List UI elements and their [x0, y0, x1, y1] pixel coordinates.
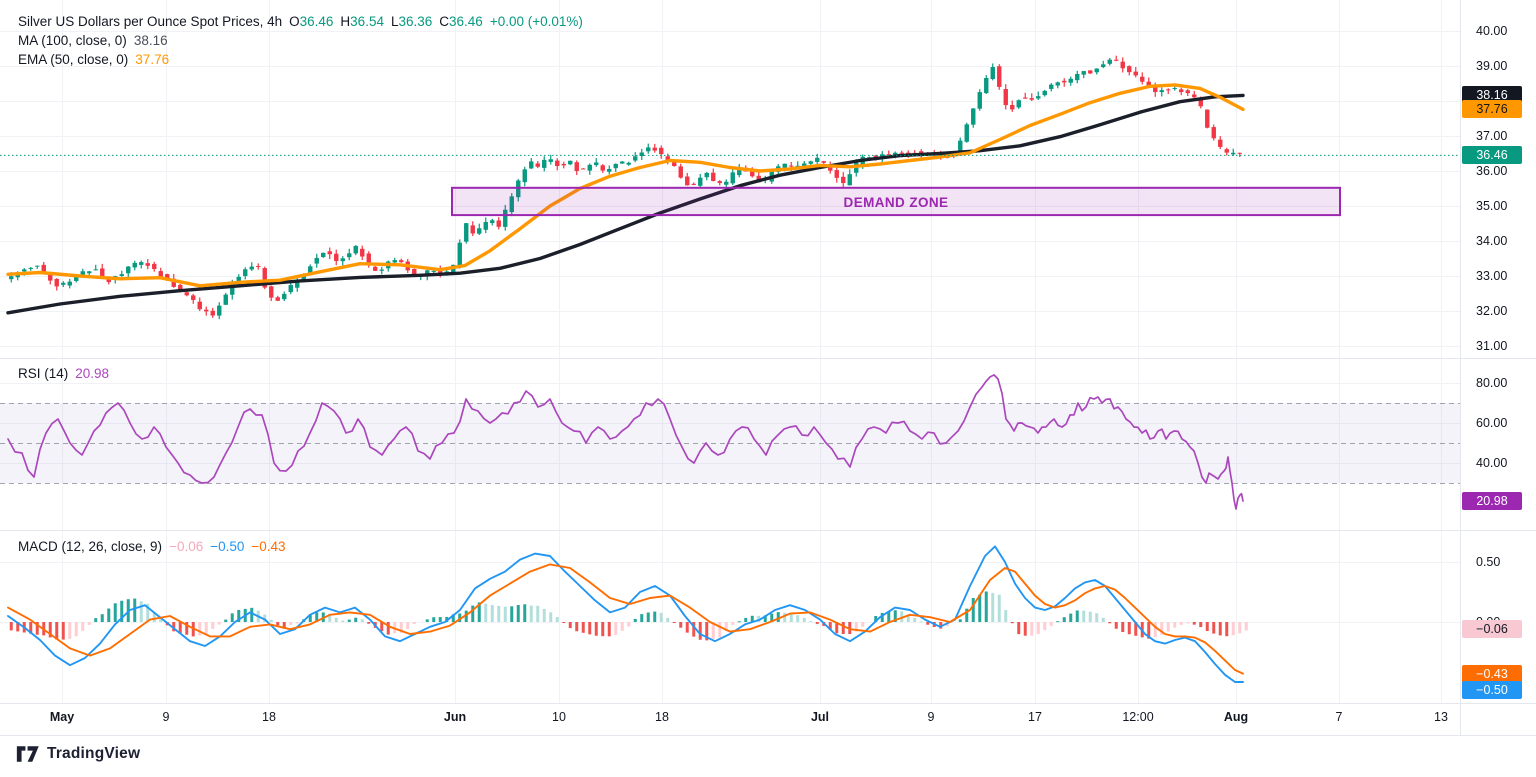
time-axis-label: 10 — [552, 710, 566, 724]
rsi-legend-row[interactable]: RSI (14) 20.98 — [18, 366, 109, 381]
price-axis-label: 33.00 — [1476, 269, 1508, 283]
ema-legend-row[interactable]: EMA (50, close, 0) 37.76 — [18, 52, 583, 67]
demand-zone-label[interactable]: DEMAND ZONE — [452, 192, 1340, 214]
price-axis-label: 36.00 — [1476, 164, 1508, 178]
tradingview-logo-text: TradingView — [47, 745, 141, 762]
tradingview-logo-icon — [16, 746, 39, 762]
time-axis-label: Jun — [443, 710, 467, 724]
time-axis-label: May — [49, 710, 75, 724]
time-axis-label: 12:00 — [1122, 710, 1154, 724]
time-axis-label: Jul — [810, 710, 830, 724]
macd-badge: −0.50 — [1462, 680, 1522, 699]
price-axis-label: 35.00 — [1476, 199, 1508, 213]
rsi-name: RSI (14) — [18, 366, 69, 381]
price-badge: 36.46 — [1462, 145, 1522, 164]
time-axis-label: 17 — [1028, 710, 1042, 724]
price-change: +0.00 (+0.01%) — [489, 14, 583, 29]
rsi-badge: 20.98 — [1462, 492, 1522, 511]
ohlc-close: C36.46 — [439, 14, 483, 29]
macd-name: MACD (12, 26, close, 9) — [18, 539, 163, 554]
tradingview-chart: Silver US Dollars per Ounce Spot Prices,… — [0, 0, 1536, 777]
chart-canvas[interactable] — [0, 0, 1536, 777]
time-axis-label: 13 — [1434, 710, 1448, 724]
ohlc-high: H36.54 — [340, 14, 384, 29]
rsi-value: 20.98 — [75, 366, 110, 381]
time-axis-label: 9 — [162, 710, 170, 724]
price-axis-label: 37.00 — [1476, 129, 1508, 143]
macd-signal-value: −0.43 — [251, 539, 286, 554]
ohlc-low: L36.36 — [390, 14, 433, 29]
price-axis-label: 40.00 — [1476, 24, 1508, 38]
ema-value: 37.76 — [135, 52, 170, 67]
macd-hist-value: −0.06 — [169, 539, 204, 554]
ohlc-open: O36.46 — [289, 14, 334, 29]
ema-name: EMA (50, close, 0) — [18, 52, 129, 67]
macd-badge: −0.06 — [1462, 619, 1522, 638]
ma-name: MA (100, close, 0) — [18, 33, 127, 48]
time-axis-label: 7 — [1335, 710, 1343, 724]
rsi-axis-label: 80.00 — [1476, 376, 1508, 390]
time-axis-label: 18 — [655, 710, 669, 724]
ma-legend-row[interactable]: MA (100, close, 0) 38.16 — [18, 33, 583, 48]
macd-legend: MACD (12, 26, close, 9) −0.06 −0.50 −0.4… — [18, 539, 286, 554]
price-axis-label: 32.00 — [1476, 304, 1508, 318]
price-axis-label: 31.00 — [1476, 339, 1508, 353]
macd-legend-row[interactable]: MACD (12, 26, close, 9) −0.06 −0.50 −0.4… — [18, 539, 286, 554]
macd-line-value: −0.50 — [210, 539, 245, 554]
time-axis-label: 18 — [262, 710, 276, 724]
price-badge: 37.76 — [1462, 100, 1522, 119]
price-axis-label: 39.00 — [1476, 59, 1508, 73]
symbol-legend-row[interactable]: Silver US Dollars per Ounce Spot Prices,… — [18, 14, 583, 29]
time-axis-label: 9 — [927, 710, 935, 724]
main-legend: Silver US Dollars per Ounce Spot Prices,… — [18, 14, 583, 67]
rsi-axis-label: 40.00 — [1476, 456, 1508, 470]
symbol-title: Silver US Dollars per Ounce Spot Prices,… — [18, 14, 283, 29]
ma-value: 38.16 — [133, 33, 168, 48]
time-axis-label: Aug — [1223, 710, 1249, 724]
rsi-axis-label: 60.00 — [1476, 416, 1508, 430]
tradingview-logo[interactable]: TradingView — [16, 744, 140, 764]
rsi-legend: RSI (14) 20.98 — [18, 366, 109, 381]
price-axis-label: 34.00 — [1476, 234, 1508, 248]
macd-axis-label: 0.50 — [1476, 555, 1501, 569]
